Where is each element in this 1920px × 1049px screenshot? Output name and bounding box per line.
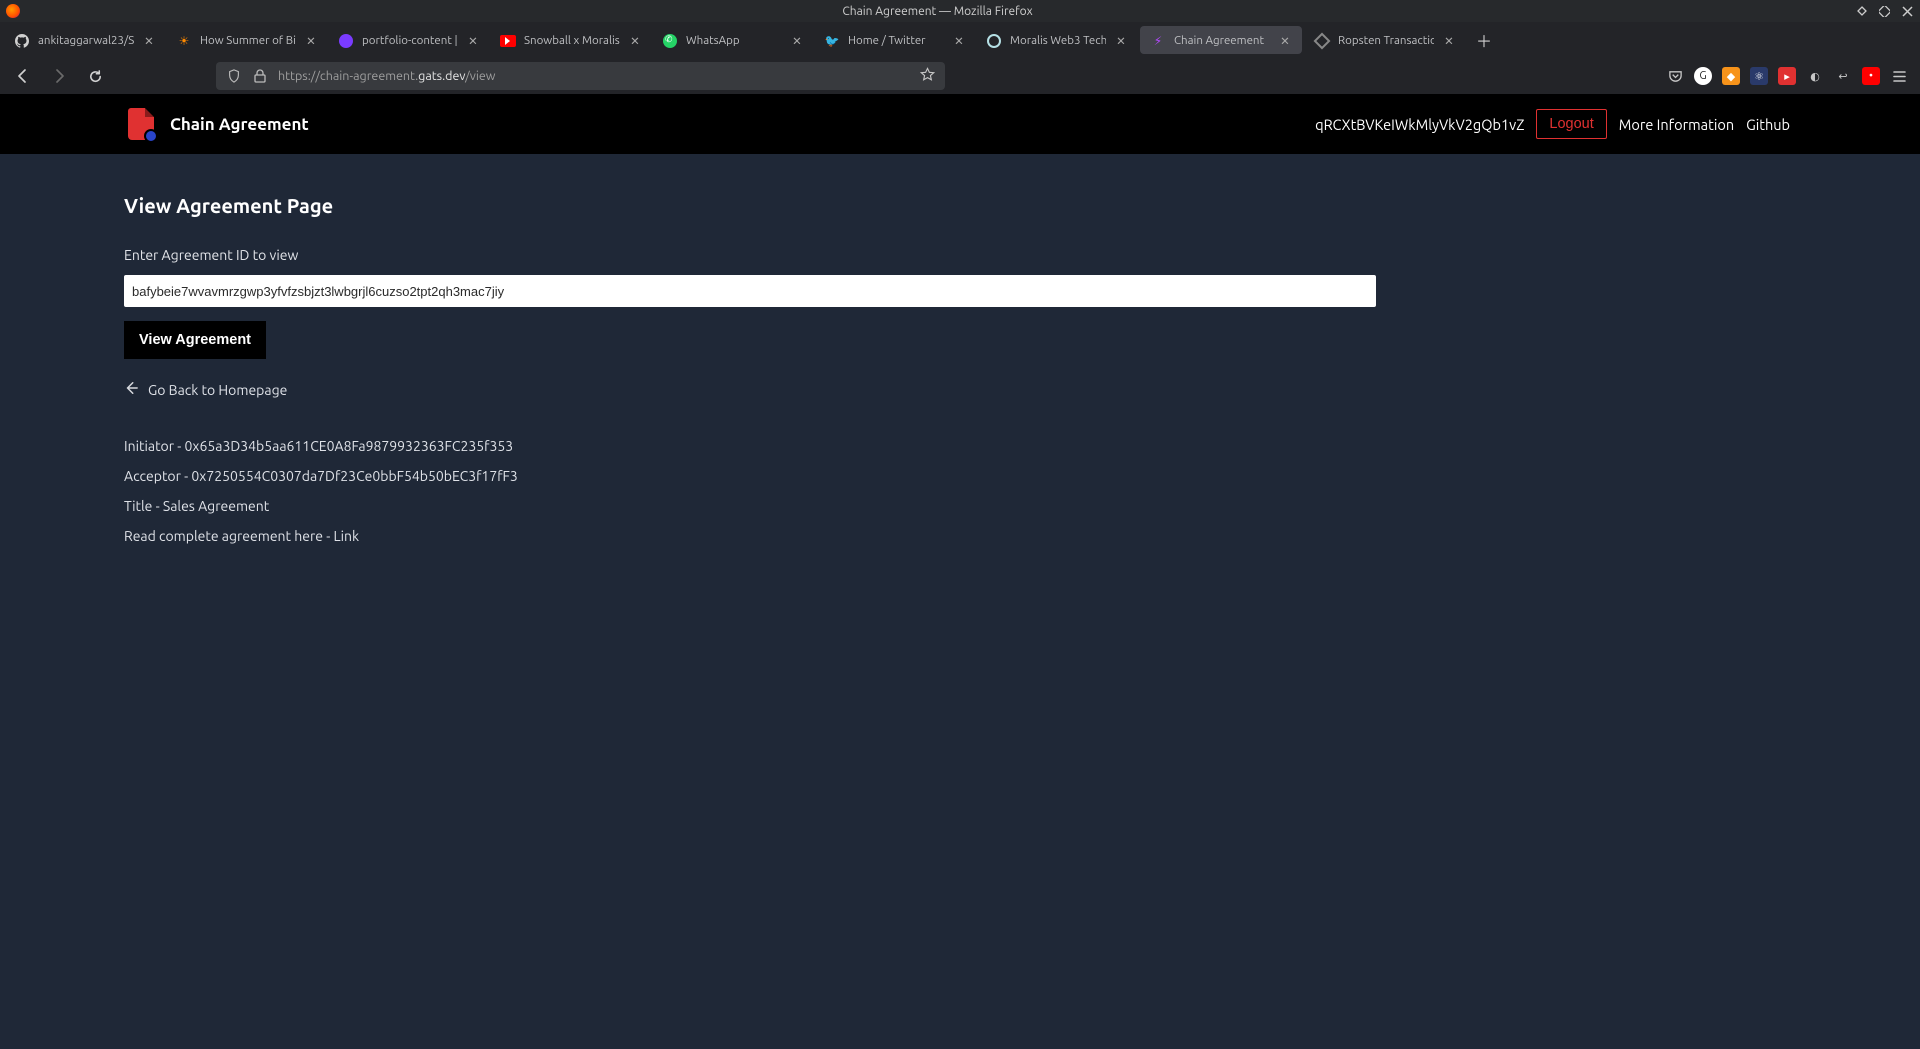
tab-close-icon[interactable]: ✕ xyxy=(952,34,966,48)
view-agreement-button[interactable]: View Agreement xyxy=(124,321,266,359)
tab-label: Moralis Web3 Technolog xyxy=(1010,34,1106,47)
read-agreement-line: Read complete agreement here - Link xyxy=(124,528,1376,544)
pocket-icon[interactable] xyxy=(1666,67,1684,85)
logout-button[interactable]: Logout xyxy=(1536,109,1606,139)
agreement-id-label: Enter Agreement ID to view xyxy=(124,247,1376,263)
arrow-left-icon xyxy=(124,381,138,398)
metamask-icon[interactable]: ◆ xyxy=(1722,67,1740,85)
browser-toolbar: https://chain-agreement.gats.dev/view G … xyxy=(0,58,1920,94)
vite-icon: ⚡ xyxy=(1150,33,1166,49)
extension-icon[interactable]: ◐ xyxy=(1806,67,1824,85)
browser-tab[interactable]: Moralis Web3 Technolog ✕ xyxy=(976,22,1138,58)
browser-tab[interactable]: Snowball x Moralis Work ✕ xyxy=(490,22,652,58)
extension-icon[interactable]: ↩ xyxy=(1834,67,1852,85)
window-maximize-button[interactable] xyxy=(1878,5,1891,18)
extension-bar: G ◆ ⚛ ▸ ◐ ↩ • xyxy=(1666,67,1912,85)
github-icon xyxy=(14,33,30,49)
browser-tabbar: ankitaggarwal23/Summ ✕ ☀ How Summer of B… xyxy=(0,22,1920,58)
tab-label: Snowball x Moralis Work xyxy=(524,34,620,47)
browser-tab[interactable]: 🐦 Home / Twitter ✕ xyxy=(814,22,976,58)
whatsapp-icon xyxy=(662,33,678,49)
tab-close-icon[interactable]: ✕ xyxy=(628,34,642,48)
extension-icon[interactable]: ▸ xyxy=(1778,67,1796,85)
reload-button[interactable] xyxy=(80,62,110,90)
react-devtools-icon[interactable]: ⚛ xyxy=(1750,67,1768,85)
tab-label: Chain Agreement xyxy=(1174,34,1270,47)
browser-tab-active[interactable]: ⚡ Chain Agreement ✕ xyxy=(1140,26,1302,54)
wallet-address: qRCXtBVKeIWkMlyVkV2gQb1vZ xyxy=(1315,116,1524,133)
app-header: Chain Agreement qRCXtBVKeIWkMlyVkV2gQb1v… xyxy=(0,94,1920,154)
title-line: Title - Sales Agreement xyxy=(124,498,1376,514)
forward-button[interactable] xyxy=(44,62,74,90)
tab-close-icon[interactable]: ✕ xyxy=(1442,34,1456,48)
twitter-icon: 🐦 xyxy=(824,33,840,49)
url-text: https://chain-agreement.gats.dev/view xyxy=(278,69,496,83)
extension-icon[interactable]: G xyxy=(1694,67,1712,85)
app-logo-icon xyxy=(128,108,154,140)
github-link[interactable]: Github xyxy=(1746,116,1790,133)
ropsten-icon xyxy=(1314,33,1330,49)
tab-close-icon[interactable]: ✕ xyxy=(142,34,156,48)
new-tab-button[interactable]: ＋ xyxy=(1466,22,1502,58)
back-home-label: Go Back to Homepage xyxy=(148,382,287,398)
firefox-icon xyxy=(6,4,20,18)
bookmark-icon[interactable] xyxy=(920,67,935,85)
window-minimize-button[interactable] xyxy=(1855,5,1868,18)
agreement-id-input[interactable] xyxy=(124,275,1376,307)
browser-tab[interactable]: ankitaggarwal23/Summ ✕ xyxy=(4,22,166,58)
back-button[interactable] xyxy=(8,62,38,90)
page-title: View Agreement Page xyxy=(124,194,1376,217)
page-content: View Agreement Page Enter Agreement ID t… xyxy=(0,154,1500,584)
window-title: Chain Agreement — Mozilla Firefox xyxy=(28,5,1847,18)
page-viewport: Chain Agreement qRCXtBVKeIWkMlyVkV2gQb1v… xyxy=(0,94,1920,1049)
url-bar[interactable]: https://chain-agreement.gats.dev/view xyxy=(216,62,945,90)
browser-tab[interactable]: WhatsApp ✕ xyxy=(652,22,814,58)
moralis-icon xyxy=(986,33,1002,49)
lock-icon xyxy=(252,68,268,84)
agreement-link[interactable]: Link xyxy=(333,528,359,544)
app-menu-icon[interactable] xyxy=(1890,67,1908,85)
tab-close-icon[interactable]: ✕ xyxy=(466,34,480,48)
initiator-line: Initiator - 0x65a3D34b5aa611CE0A8Fa98799… xyxy=(124,438,1376,454)
more-info-link[interactable]: More Information xyxy=(1619,116,1734,133)
window-titlebar: Chain Agreement — Mozilla Firefox xyxy=(0,0,1920,22)
shield-icon xyxy=(226,68,242,84)
tab-close-icon[interactable]: ✕ xyxy=(1278,34,1292,48)
sun-icon: ☀ xyxy=(176,33,192,49)
browser-tab[interactable]: portfolio-content | Cont ✕ xyxy=(328,22,490,58)
tab-close-icon[interactable]: ✕ xyxy=(304,34,318,48)
tab-label: Ropsten Transaction Ha xyxy=(1338,34,1434,47)
tab-label: ankitaggarwal23/Summ xyxy=(38,34,134,47)
acceptor-line: Acceptor - 0x7250554C0307da7Df23Ce0bbF54… xyxy=(124,468,1376,484)
browser-tab[interactable]: Ropsten Transaction Ha ✕ xyxy=(1304,22,1466,58)
site-icon xyxy=(338,33,354,49)
app-title: Chain Agreement xyxy=(170,115,309,134)
tab-close-icon[interactable]: ✕ xyxy=(790,34,804,48)
window-close-button[interactable] xyxy=(1901,5,1914,18)
extension-icon[interactable]: • xyxy=(1862,67,1880,85)
tab-label: portfolio-content | Cont xyxy=(362,34,458,47)
tab-close-icon[interactable]: ✕ xyxy=(1114,34,1128,48)
tab-label: How Summer of Bitcoin xyxy=(200,34,296,47)
tab-label: Home / Twitter xyxy=(848,34,944,47)
browser-tab[interactable]: ☀ How Summer of Bitcoin ✕ xyxy=(166,22,328,58)
back-home-link[interactable]: Go Back to Homepage xyxy=(124,381,1376,398)
tab-label: WhatsApp xyxy=(686,34,782,47)
youtube-icon xyxy=(500,33,516,49)
